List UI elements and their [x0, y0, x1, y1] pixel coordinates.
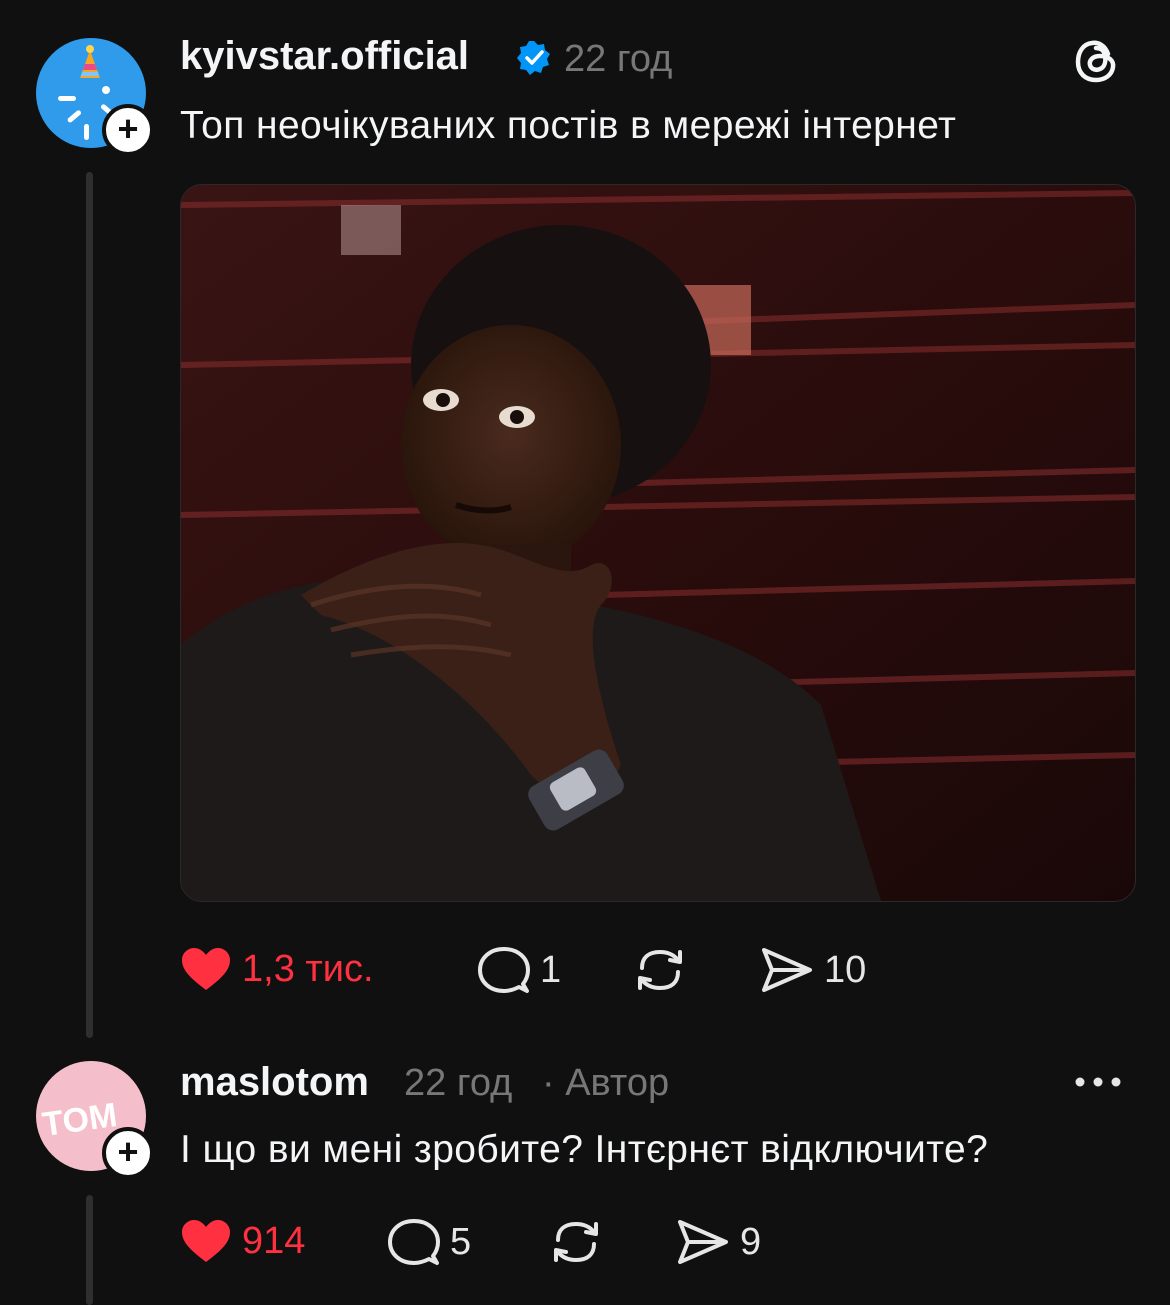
post-image[interactable]	[180, 184, 1136, 902]
comment-count: 1	[540, 948, 562, 991]
comment-icon	[388, 1219, 440, 1265]
heart-icon	[182, 948, 230, 990]
reply-time: 22 год	[404, 1062, 513, 1104]
post-username[interactable]: kyivstar.official	[180, 34, 469, 79]
comment-button[interactable]: 1	[478, 946, 561, 994]
share-count: 10	[824, 948, 867, 991]
post-time: 22 год	[564, 38, 673, 80]
like-button[interactable]: 1,3 тис.	[180, 946, 374, 992]
comment-icon	[478, 947, 530, 993]
reply-username[interactable]: maslotom	[180, 1060, 369, 1105]
heart-icon	[182, 1220, 230, 1262]
repost-icon	[554, 1221, 598, 1263]
comment-count: 5	[450, 1220, 472, 1263]
share-button[interactable]: 10	[760, 946, 866, 994]
follow-plus-button[interactable]: +	[102, 1127, 154, 1179]
like-button[interactable]: 914	[180, 1218, 305, 1264]
send-icon	[762, 948, 812, 992]
meme-photo	[181, 185, 1135, 901]
like-count: 914	[242, 1219, 306, 1262]
like-count: 1,3 тис.	[242, 947, 374, 990]
more-icon[interactable]	[1072, 1062, 1124, 1102]
repost-button[interactable]	[550, 1218, 602, 1266]
threads-logo-icon[interactable]	[1072, 36, 1122, 86]
send-icon	[678, 1220, 728, 1264]
thread-line	[86, 1195, 93, 1305]
post-text: Топ неочікуваних постів в мережі інтерне…	[180, 104, 957, 147]
share-count: 9	[740, 1220, 762, 1263]
verified-icon	[517, 41, 550, 75]
follow-plus-button[interactable]: +	[102, 104, 154, 156]
plus-icon: +	[117, 108, 139, 149]
author-badge: · Автор	[542, 1062, 670, 1104]
repost-icon	[638, 949, 682, 991]
repost-button[interactable]	[634, 946, 686, 994]
comment-button[interactable]: 5	[388, 1218, 471, 1266]
thread-line	[86, 172, 93, 1038]
plus-icon: +	[117, 1131, 139, 1172]
reply-text: І що ви мені зробите? Інтєрнєт відключит…	[180, 1128, 989, 1171]
share-button[interactable]: 9	[676, 1218, 761, 1266]
